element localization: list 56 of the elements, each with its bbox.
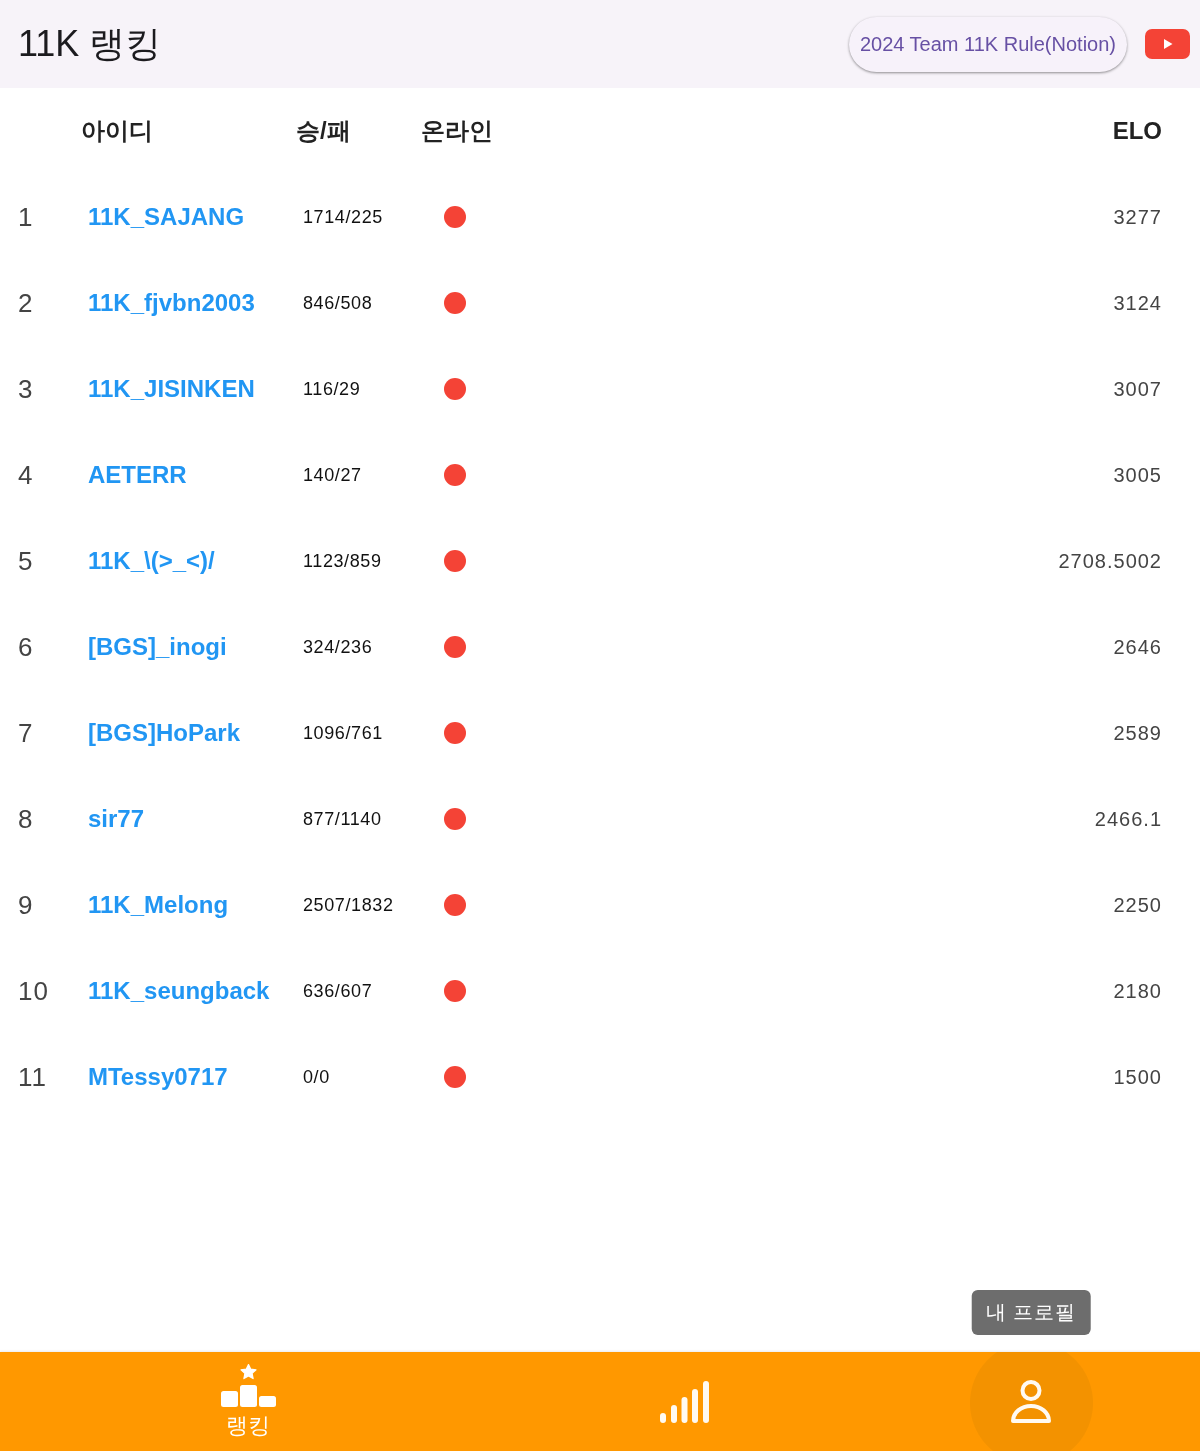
elo-rating: 2708.5002 <box>1058 549 1162 573</box>
elo-rating: 2589 <box>1113 721 1162 745</box>
win-loss-record: 2507/1832 <box>303 894 394 916</box>
win-loss-record: 846/508 <box>303 292 373 314</box>
player-link[interactable]: [BGS]HoPark <box>88 719 241 747</box>
win-loss-record: 1123/859 <box>303 550 382 572</box>
rank-number: 1 <box>18 201 34 233</box>
elo-rating: 2250 <box>1113 893 1162 917</box>
podium-icon <box>220 1364 276 1408</box>
rank-number: 6 <box>18 631 34 663</box>
play-icon[interactable] <box>1145 29 1190 59</box>
column-header: ELO <box>1112 117 1162 145</box>
rule-link-button[interactable]: 2024 Team 11K Rule(Notion) <box>848 16 1127 72</box>
elo-rating: 3005 <box>1113 463 1162 487</box>
elo-rating: 3124 <box>1113 291 1162 315</box>
player-link[interactable]: AETERR <box>88 461 187 489</box>
player-link[interactable]: [BGS]_inogi <box>88 633 227 661</box>
player-link[interactable]: MTessy0717 <box>88 1063 228 1091</box>
rank-number: 4 <box>18 459 34 491</box>
player-link[interactable]: sir77 <box>88 805 145 833</box>
player-link[interactable]: 11K_\(>_<)/ <box>88 547 215 575</box>
player-link[interactable]: 11K_seungback <box>88 977 270 1005</box>
win-loss-record: 324/236 <box>303 636 373 658</box>
rank-number: 2 <box>18 287 34 319</box>
win-loss-record: 116/29 <box>303 378 361 400</box>
page-title: 11K 랭킹 <box>18 21 162 66</box>
rank-number: 10 <box>18 975 49 1007</box>
player-link[interactable]: 11K_Melong <box>88 891 229 919</box>
person-icon <box>1011 1380 1051 1423</box>
elo-rating: 1500 <box>1113 1065 1162 1089</box>
elo-rating: 2180 <box>1113 979 1162 1003</box>
tooltip: 내 프로필 <box>971 1290 1091 1335</box>
nav-tab[interactable]: 랭킹 <box>185 1352 311 1451</box>
win-loss-record: 636/607 <box>303 980 373 1002</box>
win-loss-record: 140/27 <box>303 464 362 486</box>
win-loss-record: 1714/225 <box>303 206 383 228</box>
elo-rating: 3277 <box>1113 205 1162 229</box>
rank-number: 9 <box>18 889 34 921</box>
player-link[interactable]: 11K_JISINKEN <box>88 375 255 403</box>
player-link[interactable]: 11K_SAJANG <box>88 203 245 231</box>
column-header: 승/패 <box>296 116 351 146</box>
win-loss-record: 1096/761 <box>303 722 383 744</box>
rank-number: 11 <box>18 1061 47 1093</box>
bar-chart-icon <box>659 1380 709 1423</box>
rank-number: 8 <box>18 803 34 835</box>
win-loss-record: 877/1140 <box>303 808 382 830</box>
elo-rating: 3007 <box>1113 377 1162 401</box>
rank-number: 5 <box>18 545 34 577</box>
win-loss-record: 0/0 <box>303 1066 330 1088</box>
column-header: 온라인 <box>421 116 493 146</box>
column-header: 아이디 <box>81 116 153 146</box>
elo-rating: 2646 <box>1113 635 1162 659</box>
elo-rating: 2466.1 <box>1094 807 1162 831</box>
player-link[interactable]: 11K_fjvbn2003 <box>88 289 255 317</box>
rank-number: 7 <box>18 717 34 749</box>
rank-number: 3 <box>18 373 34 405</box>
